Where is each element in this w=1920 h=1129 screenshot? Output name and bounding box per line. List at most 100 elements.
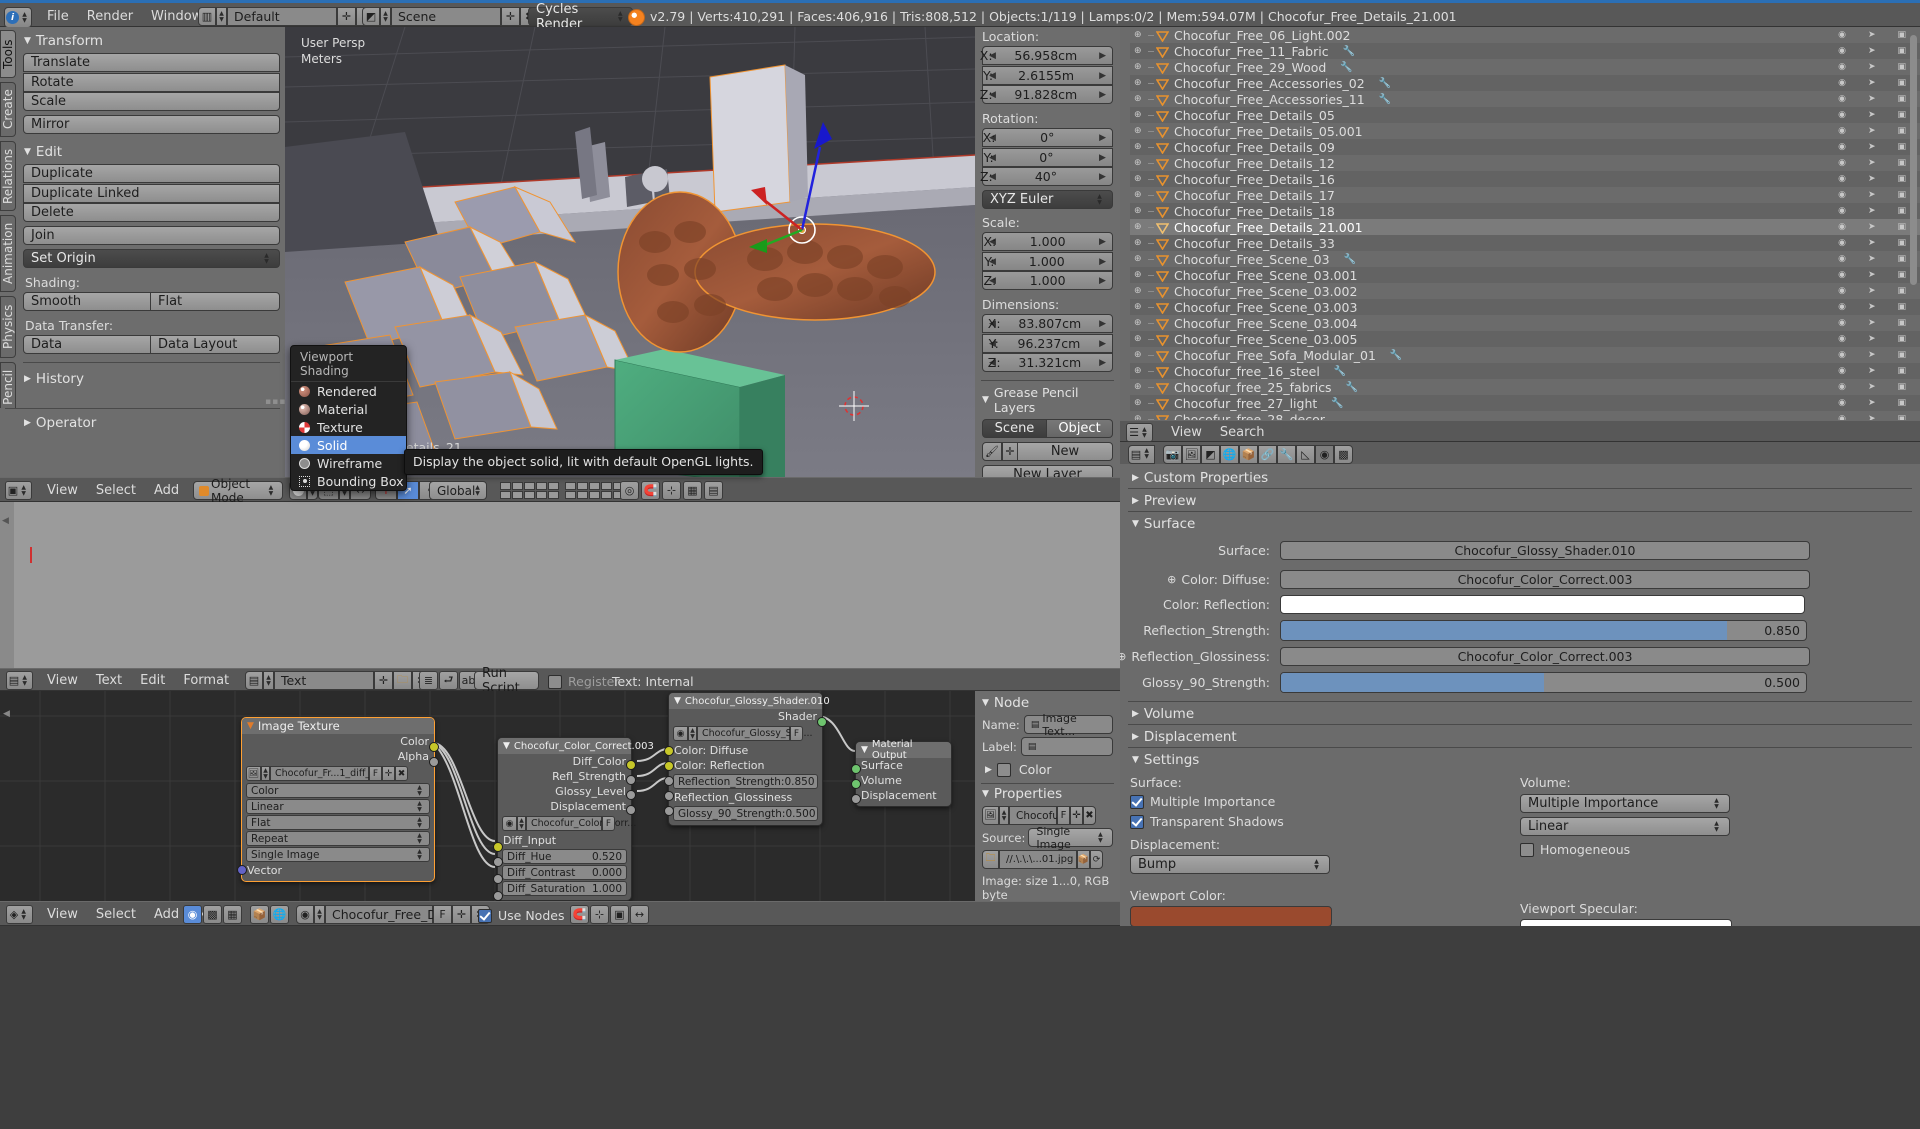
node-menu-view[interactable]: View bbox=[38, 902, 87, 927]
image-texture-vector-input-socket[interactable] bbox=[237, 865, 247, 875]
rotation-z-field[interactable]: ◀ Z: 40° ▶ bbox=[980, 167, 1113, 186]
reflection-glossiness-field[interactable]: Chocofur_Color_Correct.003 bbox=[1280, 647, 1810, 666]
new-text-button[interactable]: ✛ bbox=[374, 671, 393, 690]
outliner-row-icons[interactable]: ◉ ➤ ▣ bbox=[1838, 398, 1920, 408]
text-menu-view[interactable]: View bbox=[38, 669, 87, 692]
camera-icon[interactable]: ▣ bbox=[1897, 190, 1906, 200]
expand-toggle-icon[interactable]: ⊕ bbox=[1134, 94, 1148, 104]
outliner-row-icons[interactable]: ◉ ➤ ▣ bbox=[1838, 94, 1920, 104]
delete-button[interactable]: Delete bbox=[23, 203, 280, 222]
set-origin-button[interactable]: Set Origin ▲ ▼ bbox=[23, 249, 280, 268]
node-auto-offset-icon[interactable]: ↔ bbox=[630, 905, 649, 924]
homogeneous-checkbox-row[interactable]: Homogeneous bbox=[1520, 842, 1910, 857]
expand-toggle-icon[interactable]: ⊕ bbox=[1134, 302, 1148, 312]
rotation-mode-select[interactable]: XYZ Euler ▲ ▼ bbox=[982, 190, 1113, 209]
open-text-button[interactable]: 🗀 bbox=[393, 671, 412, 690]
node-properties-panel-title[interactable]: ▼ Properties bbox=[982, 786, 1120, 802]
outliner-row-icons[interactable]: ◉ ➤ ▣ bbox=[1838, 46, 1920, 56]
scale-x-field[interactable]: ◀ X: 1.000 ▶ bbox=[982, 232, 1113, 251]
text-editor-scroll-arrow-icon[interactable]: ◀ bbox=[2, 516, 9, 526]
expand-toggle-icon[interactable]: ⊕ bbox=[1134, 142, 1148, 152]
cursor-icon[interactable]: ➤ bbox=[1868, 46, 1876, 56]
cursor-icon[interactable]: ➤ bbox=[1868, 206, 1876, 216]
smooth-button[interactable]: Smooth bbox=[23, 292, 151, 311]
gp-brush-icon[interactable]: 🖌 bbox=[982, 442, 1002, 461]
node-color-checkbox[interactable] bbox=[996, 762, 1011, 777]
outliner-row[interactable]: ⊕ Chocofur_Free_Details_12 ◉ ➤ ▣ bbox=[1130, 155, 1920, 171]
transparent-shadows-checkbox-row[interactable]: Transparent Shadows bbox=[1130, 814, 1520, 829]
outliner-row-icons[interactable]: ◉ ➤ ▣ bbox=[1838, 318, 1920, 328]
location-x-field[interactable]: ◀ X: 56.958cm ▶ bbox=[980, 46, 1113, 65]
node-snap-mode-icon[interactable]: ⊹ bbox=[590, 905, 609, 924]
tab-create[interactable]: Create bbox=[0, 82, 16, 137]
texture-nodes-icon[interactable]: ▦ bbox=[223, 905, 242, 924]
camera-icon[interactable]: ▣ bbox=[1897, 270, 1906, 280]
color-correct-node-title-bar[interactable]: ▼ Chocofur_Color_Correct.003 bbox=[498, 738, 654, 754]
eye-icon[interactable]: ◉ bbox=[1838, 222, 1846, 232]
glossy-shader-group-field[interactable]: Chocofur_Glossy_Sha... bbox=[697, 726, 813, 741]
camera-icon[interactable]: ▣ bbox=[1897, 126, 1906, 136]
outliner-row-icons[interactable]: ◉ ➤ ▣ bbox=[1838, 366, 1920, 376]
node-material-new-button[interactable]: ✛ bbox=[452, 905, 471, 924]
dimensions-x-field[interactable]: ◀ X: 83.807cm ▶ bbox=[982, 314, 1113, 333]
gp-new-layer-button[interactable]: New Layer bbox=[982, 465, 1113, 477]
eye-icon[interactable]: ◉ bbox=[1838, 334, 1846, 344]
compositing-nodes-icon[interactable]: ▩ bbox=[203, 905, 222, 924]
data-layout-button[interactable]: Data Layout bbox=[151, 335, 280, 354]
blender-logo-icon[interactable]: i ▲ ▼ bbox=[4, 7, 32, 28]
eye-icon[interactable]: ◉ bbox=[1838, 206, 1846, 216]
material-tab-icon[interactable]: ◉ bbox=[1315, 444, 1334, 464]
outliner-row[interactable]: ⊕ Chocofur_Free_Scene_03.002 ◉ ➤ ▣ bbox=[1130, 283, 1920, 299]
eye-icon[interactable]: ◉ bbox=[1838, 382, 1846, 392]
duplicate-linked-button[interactable]: Duplicate Linked bbox=[23, 184, 280, 203]
color-diffuse-field[interactable]: Chocofur_Color_Correct.003 bbox=[1280, 570, 1810, 589]
operator-panel-title[interactable]: ▶ Operator bbox=[24, 415, 285, 431]
eye-icon[interactable]: ◉ bbox=[1838, 142, 1846, 152]
cursor-icon[interactable]: ➤ bbox=[1868, 174, 1876, 184]
eye-icon[interactable]: ◉ bbox=[1838, 350, 1846, 360]
tab-animation[interactable]: Animation bbox=[0, 215, 16, 292]
camera-icon[interactable]: ▣ bbox=[1897, 398, 1906, 408]
snap-target-icon[interactable]: ⊹ bbox=[662, 481, 681, 500]
tab-physics[interactable]: Physics bbox=[0, 296, 16, 358]
camera-icon[interactable]: ▣ bbox=[1897, 350, 1906, 360]
screen-layout-spinner-icon[interactable]: ▲ ▼ bbox=[216, 7, 227, 26]
outliner-row-icons[interactable]: ◉ ➤ ▣ bbox=[1838, 174, 1920, 184]
cursor-icon[interactable]: ➤ bbox=[1868, 334, 1876, 344]
image-datablock-icon[interactable]: 🖼 bbox=[982, 806, 999, 825]
outliner-row-icons[interactable]: ◉ ➤ ▣ bbox=[1838, 158, 1920, 168]
world-shader-icon[interactable]: 🌐 bbox=[270, 905, 289, 924]
color-correct-diff-contrast-input-socket[interactable] bbox=[493, 874, 503, 884]
object-tab-icon[interactable]: 📦 bbox=[1239, 444, 1258, 464]
add-scene-button[interactable]: ✛ bbox=[501, 7, 520, 26]
camera-icon[interactable]: ▣ bbox=[1897, 254, 1906, 264]
viewport-menu-select[interactable]: Select bbox=[87, 478, 145, 503]
color-correct-diff-saturation-input-socket[interactable] bbox=[493, 891, 503, 901]
outliner-row-icons[interactable]: ◉ ➤ ▣ bbox=[1838, 126, 1920, 136]
gp-tab-scene[interactable]: Scene bbox=[982, 419, 1047, 438]
image-name-field[interactable]: Chocofur_Fr...1_diff_01.jpg bbox=[270, 766, 400, 781]
modifier-wrench-icon[interactable]: 🔧 bbox=[1334, 366, 1346, 377]
rotation-y-field[interactable]: ◀ Y: 0° ▶ bbox=[982, 148, 1113, 167]
text-datablock-field[interactable]: Text bbox=[274, 671, 374, 690]
eye-icon[interactable]: ◉ bbox=[1838, 366, 1846, 376]
outliner-row[interactable]: ⊕ Chocofur_Free_Scene_03.001 ◉ ➤ ▣ bbox=[1130, 267, 1920, 283]
material-output-node[interactable]: ▼ Material Output Surface Volume Displac… bbox=[851, 739, 952, 807]
camera-icon[interactable]: ▣ bbox=[1897, 62, 1906, 72]
outliner-row[interactable]: ⊕ Chocofur_Free_06_Light.002 ◉ ➤ ▣ bbox=[1130, 27, 1920, 43]
viewport-editor-type-button[interactable]: ▣ ▲ ▼ bbox=[5, 481, 32, 500]
location-y-field[interactable]: ◀ Y: 2.6155m ▶ bbox=[982, 66, 1113, 85]
cursor-icon[interactable]: ➤ bbox=[1868, 190, 1876, 200]
eye-icon[interactable]: ◉ bbox=[1838, 78, 1846, 88]
outliner-row-icons[interactable]: ◉ ➤ ▣ bbox=[1838, 382, 1920, 392]
section-surface[interactable]: ▼ Surface bbox=[1132, 514, 1920, 533]
glossy-shader-glossy90-field[interactable]: Glossy_90_Strength: 0.500 bbox=[673, 806, 818, 821]
expand-toggle-icon[interactable]: ⊕ bbox=[1134, 318, 1148, 328]
outliner-row[interactable]: ⊕ Chocofur_Free_Scene_03.004 ◉ ➤ ▣ bbox=[1130, 315, 1920, 331]
section-volume[interactable]: ▶ Volume bbox=[1132, 704, 1920, 723]
text-menu-format[interactable]: Format bbox=[174, 669, 238, 692]
cursor-icon[interactable]: ➤ bbox=[1868, 366, 1876, 376]
node-editor-scroll-arrow-icon[interactable]: ◀ bbox=[3, 709, 10, 719]
node-snap-icon[interactable]: 🧲 bbox=[570, 905, 589, 924]
camera-icon[interactable]: ▣ bbox=[1897, 318, 1906, 328]
